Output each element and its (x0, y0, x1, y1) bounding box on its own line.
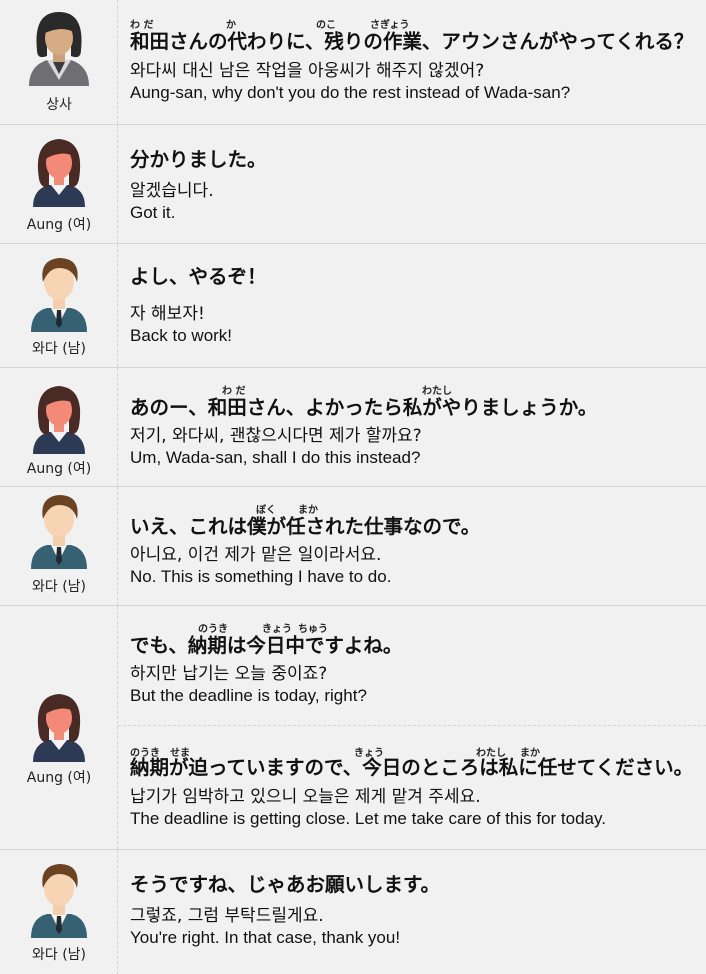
furigana-text: か (226, 20, 236, 31)
dialogue-row: Aung (여) のうき きょう ちゅう でも、納期は今日中ですよね。 하지만 … (0, 606, 706, 850)
speaker-name: Aung (여) (26, 770, 92, 786)
english-line: Back to work! (130, 326, 233, 345)
man-avatar-icon (31, 495, 87, 569)
furigana-text: ちゅう (298, 624, 328, 635)
korean-line: 아니요, 이건 제가 맡은 일이라서요. (130, 545, 382, 565)
english-line: Um, Wada-san, shall I do this instead? (130, 448, 421, 467)
woman-avatar-icon (33, 694, 85, 762)
speaker-cell: 상사 (0, 0, 118, 124)
furigana-text: まか (298, 505, 318, 516)
speaker-name: 와다 (남) (31, 947, 86, 963)
dialogue-row: 와다 (남) そうですね、じゃあお願いします。 그렇죠, 그럼 부탁드릴게요. … (0, 850, 706, 974)
dialogue-row: Aung (여) 分かりました。 알겠습니다. Got it. (0, 125, 706, 244)
english-line: You're right. In that case, thank you! (130, 928, 401, 947)
speaker-cell: 와다 (남) (0, 850, 118, 974)
english-line: Aung-san, why don't you do the rest inst… (130, 83, 571, 102)
japanese-line: 和田さんの代わりに、残りの作業、アウンさんがやってくれる？ (130, 30, 694, 53)
korean-line: 납기가 임박하고 있으니 오늘은 제게 맡겨 주세요. (130, 787, 481, 807)
furigana-text: わ だ (130, 20, 154, 31)
korean-line: 저기, 와다씨, 괜찮으시다면 제가 할까요? (130, 426, 422, 446)
korean-line: 하지만 납기는 오늘 중이죠? (130, 664, 328, 684)
furigana-text: ぼく (256, 505, 276, 516)
line-divider (118, 725, 706, 726)
speaker-name: 상사 (46, 97, 72, 113)
furigana-text: のこ (316, 20, 336, 31)
japanese-line: でも、納期は今日中ですよね。 (130, 634, 403, 657)
furigana-text: わ だ (222, 386, 246, 397)
speaker-name: Aung (여) (26, 461, 92, 477)
japanese-line: あのー、和田さん、よかったら私がやりましょうか。 (130, 396, 598, 419)
speaker-cell: Aung (여) (0, 368, 118, 486)
korean-line: 와다씨 대신 남은 작업을 아웅씨가 해주지 않겠어? (130, 61, 485, 81)
english-line: But the deadline is today, right? (130, 686, 367, 705)
english-line: Got it. (130, 203, 176, 222)
boss-avatar-icon (29, 12, 89, 86)
english-line: The deadline is getting close. Let me ta… (130, 809, 606, 828)
man-avatar-icon (31, 864, 87, 938)
man-avatar-icon (31, 258, 87, 332)
dialogue-row: Aung (여) わ だ わたし あのー、和田さん、よかったら私がやりましょうか… (0, 368, 706, 487)
woman-avatar-icon (33, 139, 85, 207)
korean-line: 자 해보자! (130, 304, 205, 324)
dialogue-row: 와다 (남) ぼく まか いえ、これは僕が任された仕事なので。 아니요, 이건 … (0, 487, 706, 606)
speaker-cell: 와다 (남) (0, 487, 118, 605)
furigana-text: さぎょう (370, 20, 410, 31)
speaker-cell: Aung (여) (0, 125, 118, 243)
speaker-cell: Aung (여) (0, 606, 118, 849)
speaker-name: 와다 (남) (31, 579, 86, 595)
speaker-name: Aung (여) (26, 217, 92, 233)
speaker-cell: 와다 (남) (0, 244, 118, 367)
english-line: No. This is something I have to do. (130, 567, 392, 586)
furigana-text: わたし (422, 386, 452, 397)
korean-line: 알겠습니다. (130, 181, 214, 201)
japanese-line: いえ、これは僕が任された仕事なので。 (130, 515, 481, 538)
dialogue-row: 상사 わ だ か のこ さぎょう 和田さんの代わりに、残りの作業、アウンさんがや… (0, 0, 706, 125)
japanese-line: 分かりました。 (130, 148, 267, 171)
furigana-text: きょう (262, 624, 292, 635)
woman-avatar-icon (33, 386, 85, 454)
japanese-line: そうですね、じゃあお願いします。 (130, 873, 441, 896)
speaker-name: 와다 (남) (31, 341, 86, 357)
furigana-text: のうき (198, 624, 228, 635)
japanese-line: よし、やるぞ！ (130, 265, 267, 288)
korean-line: 그렇죠, 그럼 부탁드릴게요. (130, 906, 324, 926)
japanese-line: 納期が迫っていますので、今日のところは私に任せてください。 (130, 756, 694, 779)
dialogue-row: 와다 (남) よし、やるぞ！ 자 해보자! Back to work! (0, 244, 706, 368)
